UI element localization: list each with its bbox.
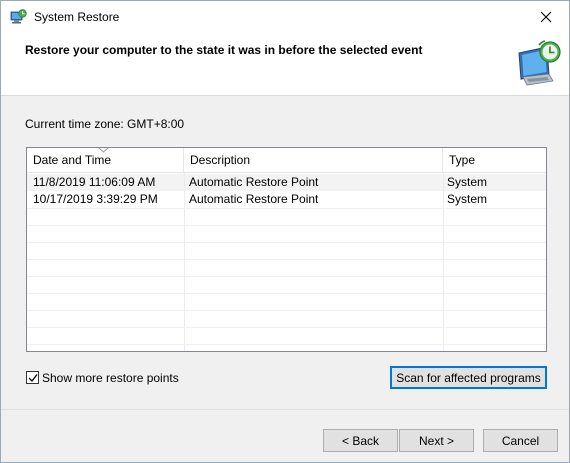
row-divider	[27, 242, 546, 243]
sort-ascending-icon	[98, 148, 109, 153]
column-header-description[interactable]: Description	[184, 148, 443, 173]
next-button[interactable]: Next >	[399, 429, 474, 452]
column-header-type-label: Type	[449, 153, 476, 167]
row-divider	[27, 276, 546, 277]
window-title: System Restore	[34, 10, 120, 24]
wizard-header: Restore your computer to the state it wa…	[1, 32, 569, 96]
scan-affected-programs-button[interactable]: Scan for affected programs	[390, 366, 547, 389]
row-date: 10/17/2019 3:39:29 PM	[33, 192, 158, 206]
system-restore-icon	[10, 9, 27, 24]
table-row[interactable]: 11/8/2019 11:06:09 AM Automatic Restore …	[27, 174, 546, 191]
table-header: Date and Time Description Type	[27, 148, 546, 173]
row-date: 11/8/2019 11:06:09 AM	[33, 175, 156, 189]
wizard-footer: < Back Next > Cancel	[1, 409, 569, 462]
row-divider	[27, 327, 546, 328]
row-divider	[27, 310, 546, 311]
row-divider	[27, 259, 546, 260]
column-divider	[443, 173, 444, 351]
row-description: Automatic Restore Point	[189, 175, 319, 189]
close-button[interactable]	[523, 1, 569, 32]
cancel-button[interactable]: Cancel	[483, 429, 558, 452]
row-divider	[27, 225, 546, 226]
row-description: Automatic Restore Point	[189, 192, 319, 206]
row-divider	[27, 293, 546, 294]
close-icon	[540, 11, 552, 22]
row-divider	[27, 344, 546, 345]
column-divider	[184, 173, 185, 351]
timezone-label: Current time zone: GMT+8:00	[25, 117, 185, 131]
show-more-label: Show more restore points	[42, 370, 179, 385]
restore-points-table[interactable]: Date and Time Description Type 11/8/2019…	[26, 147, 547, 352]
title-bar[interactable]: System Restore	[1, 1, 569, 32]
page-heading: Restore your computer to the state it wa…	[25, 43, 423, 57]
show-more-checkbox[interactable]	[26, 371, 39, 384]
column-header-type[interactable]: Type	[443, 148, 546, 173]
back-button[interactable]: < Back	[323, 429, 398, 452]
row-type: System	[447, 192, 488, 206]
show-more-restore-points-option[interactable]: Show more restore points	[26, 370, 179, 385]
checkmark-icon	[28, 373, 38, 382]
system-restore-window: System Restore Restore your computer to …	[0, 0, 570, 463]
column-header-date-label: Date and Time	[33, 153, 112, 167]
column-header-description-label: Description	[190, 153, 251, 167]
restore-monitor-icon	[518, 40, 561, 86]
row-type: System	[447, 175, 488, 189]
row-divider	[27, 208, 546, 209]
table-row[interactable]: 10/17/2019 3:39:29 PM Automatic Restore …	[27, 191, 546, 208]
column-header-date[interactable]: Date and Time	[27, 148, 184, 173]
